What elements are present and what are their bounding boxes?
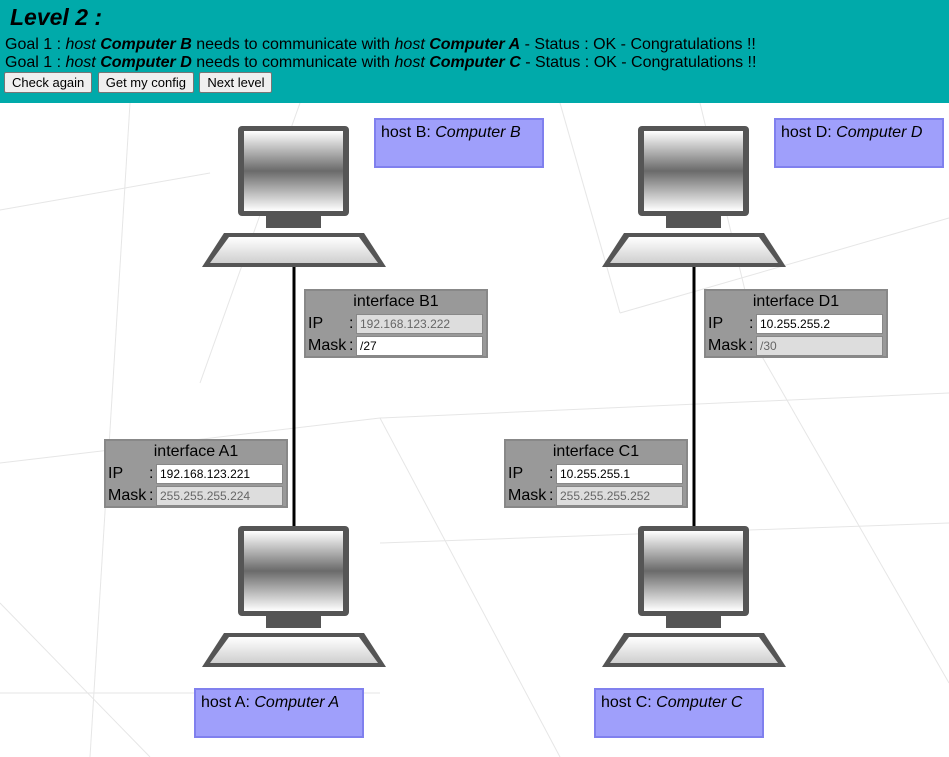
- level-title: Level 2 :: [10, 4, 103, 30]
- mask-label: Mask: [508, 487, 547, 504]
- mask-colon: :: [549, 487, 554, 504]
- next-level-button[interactable]: Next level: [199, 72, 273, 93]
- interface-a1-panel: interface A1 IP : Mask :: [104, 439, 288, 508]
- ip-label: IP: [508, 465, 524, 482]
- interface-title: interface B1: [353, 293, 439, 310]
- goal-dst-kind: host: [394, 36, 425, 53]
- network-canvas: [0, 103, 949, 757]
- host-label-name: Computer A: [254, 694, 340, 711]
- interface-a1-ip-field[interactable]: [156, 464, 283, 484]
- host-label-a: host A: Computer A: [194, 688, 364, 738]
- interface-title: interface C1: [552, 443, 640, 460]
- interface-title: interface A1: [153, 443, 239, 460]
- computer-c-icon[interactable]: [602, 526, 786, 667]
- mask-label: Mask: [308, 337, 347, 354]
- interface-c1-ip-field[interactable]: [556, 464, 683, 484]
- host-label-prefix: host A:: [201, 694, 255, 711]
- interface-d1-panel: interface D1 IP : Mask :: [704, 289, 888, 358]
- goal-line-1: Goal 1 : host Computer B needs to commun…: [5, 36, 756, 54]
- interface-ip-row: IP :: [108, 464, 286, 484]
- host-label-name: Computer D: [836, 124, 923, 141]
- host-label-b: host B: Computer B: [374, 118, 544, 168]
- goal-dst-kind: host: [394, 54, 425, 71]
- ip-colon: :: [549, 465, 554, 482]
- interface-b1-panel: interface B1 IP : Mask :: [304, 289, 488, 358]
- mask-colon: :: [149, 487, 154, 504]
- goal-status: - Status : OK - Congratulations !!: [520, 36, 756, 53]
- mask-colon: :: [749, 337, 754, 354]
- host-label-prefix: host D:: [781, 124, 837, 141]
- interface-ip-row: IP :: [308, 314, 486, 334]
- goal-middle: needs to communicate with: [191, 36, 395, 53]
- goal-middle: needs to communicate with: [191, 54, 395, 71]
- interface-ip-row: IP :: [708, 314, 886, 334]
- interface-mask-row: Mask :: [308, 336, 486, 356]
- ip-colon: :: [349, 315, 354, 332]
- host-label-d: host D: Computer D: [774, 118, 944, 168]
- interface-b1-mask-field[interactable]: [356, 336, 483, 356]
- host-label-prefix: host C:: [601, 694, 657, 711]
- interface-c1-mask-field: [556, 486, 683, 506]
- interface-mask-row: Mask :: [108, 486, 286, 506]
- computer-d-icon[interactable]: [602, 126, 786, 267]
- goal-status: - Status : OK - Congratulations !!: [520, 54, 757, 71]
- interface-d1-ip-field[interactable]: [756, 314, 883, 334]
- interface-mask-row: Mask :: [708, 336, 886, 356]
- goal-line-2: Goal 1 : host Computer D needs to commun…: [5, 54, 756, 72]
- goal-src-kind: host: [65, 54, 96, 71]
- header-bar: Level 2 : Goal 1 : host Computer B needs…: [0, 0, 949, 103]
- check-again-button[interactable]: Check again: [4, 72, 93, 93]
- interface-mask-row: Mask :: [508, 486, 686, 506]
- mask-label: Mask: [108, 487, 147, 504]
- computer-a-icon[interactable]: [202, 526, 386, 667]
- goal-src-name: Computer B: [100, 36, 192, 53]
- interface-c1-panel: interface C1 IP : Mask :: [504, 439, 688, 508]
- goal-dst-name: Computer C: [429, 54, 521, 71]
- mask-colon: :: [349, 337, 354, 354]
- interface-a1-mask-field: [156, 486, 283, 506]
- ip-label: IP: [708, 315, 724, 332]
- host-label-prefix: host B:: [381, 124, 436, 141]
- get-config-button[interactable]: Get my config: [97, 72, 194, 93]
- interface-ip-row: IP :: [508, 464, 686, 484]
- ip-colon: :: [149, 465, 154, 482]
- goal-prefix: Goal 1 :: [5, 36, 66, 53]
- interface-title: interface D1: [752, 293, 840, 310]
- host-label-c: host C: Computer C: [594, 688, 764, 738]
- mask-label: Mask: [708, 337, 747, 354]
- computer-b-icon[interactable]: [202, 126, 386, 267]
- background-mesh: [0, 103, 949, 757]
- ip-colon: :: [749, 315, 754, 332]
- goal-src-name: Computer D: [100, 54, 192, 71]
- goal-dst-name: Computer A: [429, 36, 521, 53]
- ip-label: IP: [308, 315, 324, 332]
- ip-label: IP: [108, 465, 124, 482]
- goal-prefix: Goal 1 :: [5, 54, 66, 71]
- host-label-name: Computer B: [435, 124, 521, 141]
- host-label-name: Computer C: [656, 694, 743, 711]
- goal-src-kind: host: [65, 36, 96, 53]
- interface-d1-mask-field: [756, 336, 883, 356]
- button-row: Check again Get my config Next level: [4, 72, 273, 93]
- interface-b1-ip-field: [356, 314, 483, 334]
